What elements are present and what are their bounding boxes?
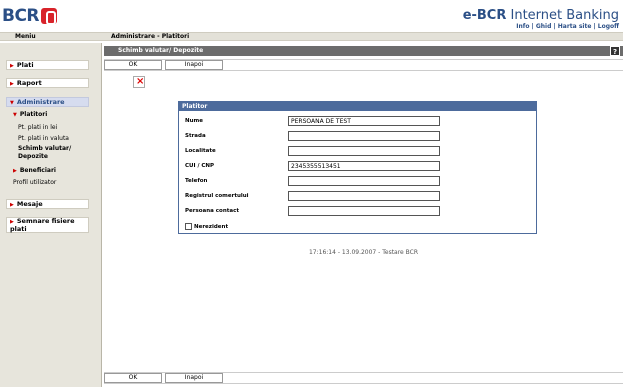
help-icon[interactable]: ? [610,46,620,56]
back-button[interactable]: Inapoi [165,60,223,70]
localitate-input[interactable] [288,146,440,156]
arrow-down-icon: ▼ [13,112,17,118]
breadcrumb: Administrare - Platitori [111,33,190,40]
nume-label: Nume [185,118,203,124]
section-label: Administrare [16,98,65,106]
arrow-right-icon: ▶ [10,63,14,69]
contact-input[interactable] [288,206,440,216]
page-title: Schimb valutar/ Depozite [118,47,204,54]
page-title-bar: Schimb valutar/ Depozite ? [104,46,623,56]
brand-rest: Internet Banking [506,8,619,23]
field-row-contact: Persoana contact [185,206,535,217]
nerezident-row: Nerezident [185,223,228,230]
link-harta-site[interactable]: Harta site [558,23,592,30]
registrul-label: Registrul comertului [185,193,249,199]
nerezident-checkbox[interactable] [185,223,192,230]
arrow-right-icon: ▶ [13,168,17,174]
platitor-panel: Platitor Nume PERSOANA DE TEST Strada Lo… [178,101,537,234]
sidebar-section-mesaje[interactable]: ▶ Mesaje [6,199,89,209]
field-row-telefon: Telefon [185,176,535,187]
bcr-symbol-icon [41,8,58,25]
broken-image-icon [133,76,145,88]
brand-title: e-BCR Internet Banking [463,8,619,23]
sidebar-item-lei[interactable]: Pt. plati in lei [18,124,57,132]
link-ghid[interactable]: Ghid [536,23,552,30]
link-logoff[interactable]: Logoff [598,23,619,30]
link-info[interactable]: Info [516,23,529,30]
field-row-strada: Strada [185,131,535,142]
arrow-right-icon: ▶ [10,81,14,87]
contact-label: Persoana contact [185,208,239,214]
sidebar-sub-platitori[interactable]: ▼ Platitori [13,111,47,118]
strada-label: Strada [185,133,206,139]
brand-bold: e-BCR [462,8,507,23]
telefon-label: Telefon [185,178,208,184]
sidebar-section-raport[interactable]: ▶ Raport [6,78,89,88]
field-row-localitate: Localitate [185,146,535,157]
arrow-down-icon: ▼ [10,100,14,106]
section-label: Raport [16,79,42,87]
sidebar-section-plati[interactable]: ▶ Plati [6,60,89,70]
registrul-input[interactable] [288,191,440,201]
sidebar-sub-beneficiari[interactable]: ▶ Beneficiari [13,167,56,174]
panel-title: Platitor [179,102,536,111]
logo-text: BCR [2,6,40,26]
sidebar-section-semnare[interactable]: ▶ Semnare fisiere plati [6,217,89,233]
strada-input[interactable] [288,131,440,141]
arrow-right-icon: ▶ [10,202,14,208]
cui-label: CUI / CNP [185,163,215,169]
sidebar-item-valuta[interactable]: Pt. plati in valuta [18,135,69,143]
top-links: Info | Ghid | Harta site | Logoff [516,23,619,30]
nume-input[interactable]: PERSOANA DE TEST [288,116,440,126]
localitate-label: Localitate [185,148,216,154]
timestamp-note: 17:16:14 - 13.09.2007 - Testare BCR [308,249,419,256]
sub-label: Beneficiari [19,167,56,174]
menu-bar: Meniu Administrare - Platitori [0,32,623,41]
field-row-registrul: Registrul comertului [185,191,535,202]
nerezident-label: Nerezident [194,224,229,230]
top-button-bar: OK Inapoi [104,59,623,71]
back-button-bottom[interactable]: Inapoi [165,373,223,383]
section-label: Mesaje [16,200,43,208]
sidebar-section-administrare[interactable]: ▼ Administrare [6,97,89,107]
telefon-input[interactable] [288,176,440,186]
field-row-cui: CUI / CNP 2345355513451 [185,161,535,172]
main-content: Schimb valutar/ Depozite ? OK Inapoi Pla… [104,43,623,387]
ok-button-bottom[interactable]: OK [104,373,162,383]
menu-label: Meniu [15,33,36,40]
sidebar-item-profil[interactable]: Profil utilizator [13,179,56,187]
cui-input[interactable]: 2345355513451 [288,161,440,171]
app-header: BCR e-BCR Internet Banking Info | Ghid |… [0,0,623,32]
bottom-button-bar: OK Inapoi [104,372,623,384]
sidebar: ▶ Plati ▶ Raport ▼ Administrare ▼ Platitori … [0,43,102,387]
section-label: Semnare fisiere plati [10,217,75,233]
sub-label: Platitori [19,111,48,118]
field-row-nume: Nume PERSOANA DE TEST [185,116,535,127]
ok-button[interactable]: OK [104,60,162,70]
bcr-logo[interactable]: BCR [2,6,58,26]
sidebar-item-schimb-valutar[interactable]: Schimb valutar/ Depozite [18,145,90,161]
section-label: Plati [16,61,34,69]
